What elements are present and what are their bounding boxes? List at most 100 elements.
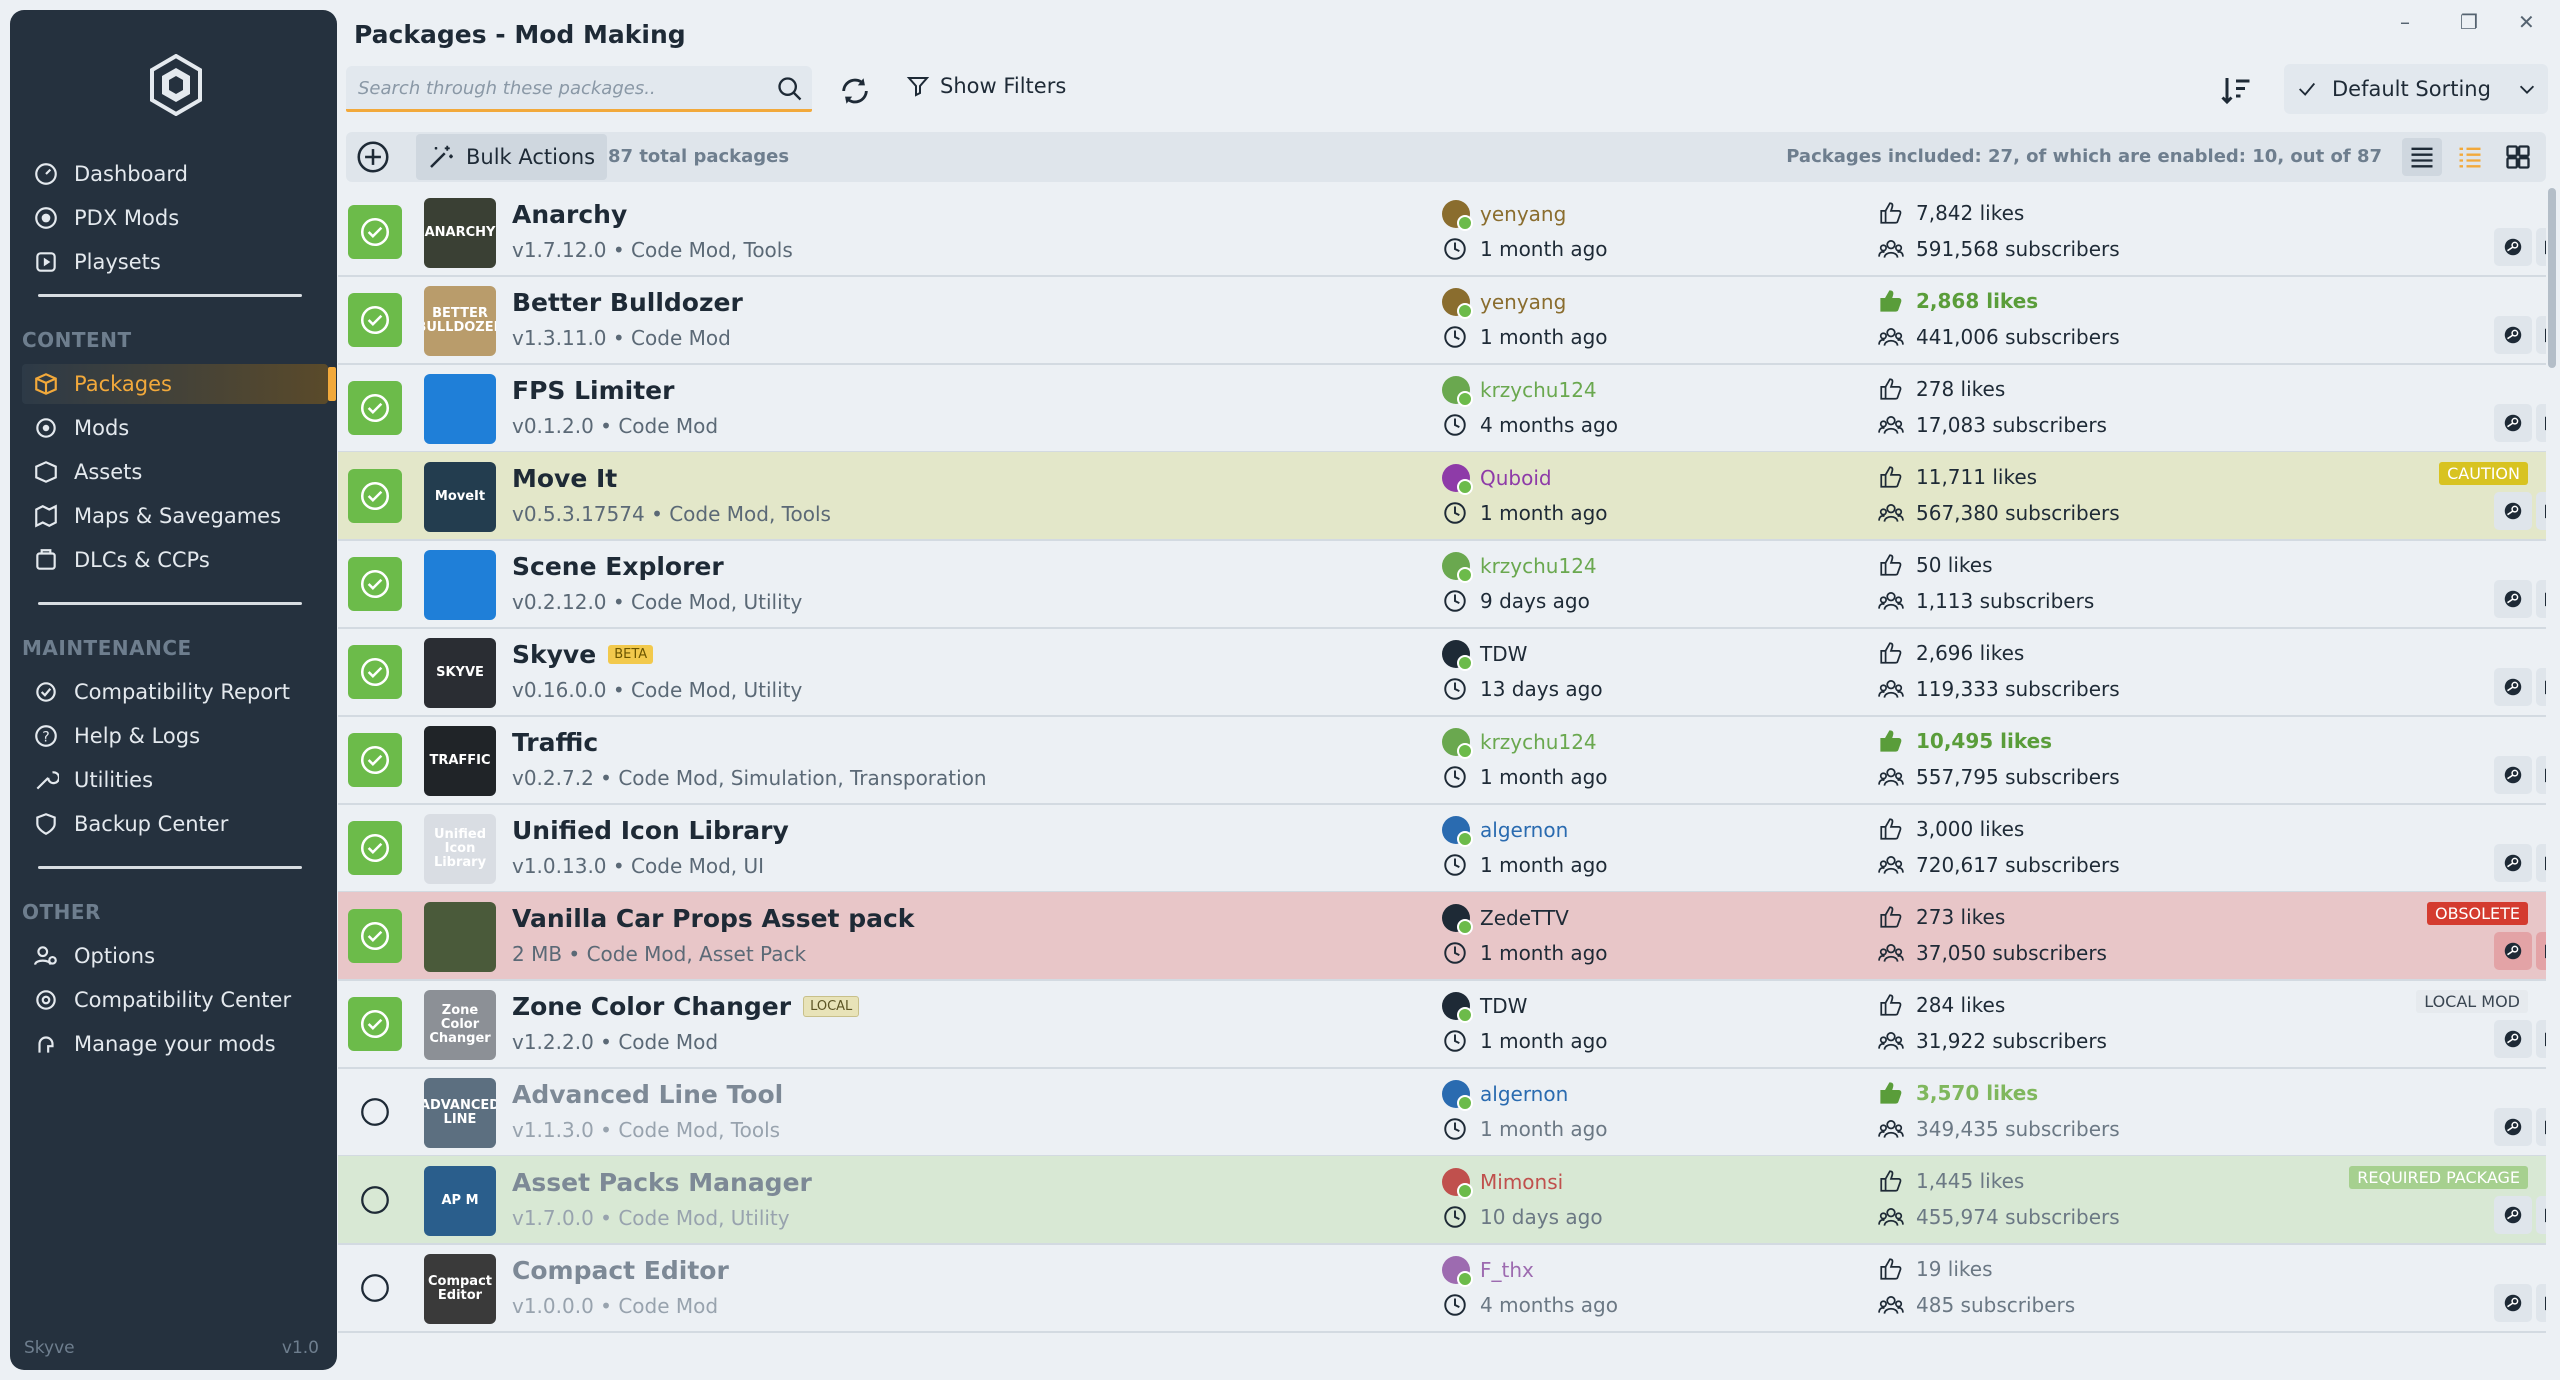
package-author[interactable]: F_thx (1442, 1256, 1534, 1287)
open-folder-button[interactable] (2536, 668, 2546, 706)
open-workshop-button[interactable] (2494, 1020, 2532, 1058)
sidebar-item-help-logs[interactable]: ? Help & Logs (32, 716, 332, 756)
sidebar-item-compatibility-report[interactable]: Compatibility Report (32, 672, 332, 712)
package-name[interactable]: Traffic (512, 728, 598, 757)
sidebar-item-pdx-mods[interactable]: PDX Mods (32, 198, 332, 238)
list-view-button[interactable] (2402, 138, 2442, 176)
sidebar-item-compatibility-center[interactable]: Compatibility Center (32, 980, 332, 1020)
package-author[interactable]: krzychu124 (1442, 376, 1597, 407)
open-workshop-button[interactable] (2494, 404, 2532, 442)
search-input[interactable]: Search through these packages.. (346, 66, 812, 112)
open-folder-button[interactable] (2536, 1196, 2546, 1234)
package-row[interactable]: TRAFFIC Traffic v0.2.7.2 • Code Mod, Simul… (338, 716, 2546, 805)
package-row[interactable]: SKYVE Skyve BETA v0.16.0.0 • Code Mod, Util… (338, 628, 2546, 717)
sidebar-item-playsets[interactable]: Playsets (32, 242, 332, 282)
enable-toggle[interactable] (348, 293, 402, 347)
minimize-button[interactable]: – (2400, 10, 2410, 34)
enable-toggle[interactable] (348, 557, 402, 611)
open-folder-button[interactable] (2536, 404, 2546, 442)
package-name[interactable]: Skyve BETA (512, 640, 654, 669)
package-name[interactable]: Advanced Line Tool (512, 1080, 783, 1109)
enable-toggle[interactable] (348, 733, 402, 787)
open-folder-button[interactable] (2536, 1108, 2546, 1146)
skyve-logo-icon[interactable] (148, 54, 204, 116)
package-author[interactable]: Quboid (1442, 464, 1552, 495)
enable-toggle[interactable] (348, 1085, 402, 1139)
enable-toggle[interactable] (348, 645, 402, 699)
package-row[interactable]: BETTER BULLDOZER Better Bulldozer v1.3.11.… (338, 276, 2546, 365)
enable-toggle[interactable] (348, 1261, 402, 1315)
sorting-dropdown[interactable]: Default Sorting (2284, 64, 2548, 114)
add-package-icon[interactable] (354, 138, 392, 176)
open-folder-button[interactable] (2536, 756, 2546, 794)
open-workshop-button[interactable] (2494, 932, 2532, 970)
package-row[interactable]: Unified Icon Library Unified Icon Library… (338, 804, 2546, 893)
enable-toggle[interactable] (348, 381, 402, 435)
package-author[interactable]: ZedeTTV (1442, 904, 1569, 935)
open-workshop-button[interactable] (2494, 316, 2532, 354)
package-row[interactable]: Vanilla Car Props Asset pack 2 MB • Code … (338, 892, 2546, 981)
package-author[interactable]: Mimonsi (1442, 1168, 1563, 1199)
package-row[interactable]: Scene Explorer v0.2.12.0 • Code Mod, Util… (338, 540, 2546, 629)
enable-toggle[interactable] (348, 469, 402, 523)
sidebar-item-maps[interactable]: Maps & Savegames (32, 496, 332, 536)
package-row[interactable]: ADVANCED LINE Advanced Line Tool v1.1.3.0 … (338, 1068, 2546, 1157)
package-row[interactable]: Zone Color Changer Zone Color Changer LOCA… (338, 980, 2546, 1069)
package-row[interactable]: FPS Limiter v0.1.2.0 • Code Mod krzychu124… (338, 364, 2546, 453)
compact-view-button[interactable] (2450, 138, 2490, 176)
sidebar-item-manage-mods[interactable]: Manage your mods (32, 1024, 332, 1064)
enable-toggle[interactable] (348, 821, 402, 875)
grid-view-button[interactable] (2498, 138, 2538, 176)
package-name[interactable]: Scene Explorer (512, 552, 724, 581)
open-folder-button[interactable] (2536, 580, 2546, 618)
package-name[interactable]: Move It (512, 464, 617, 493)
open-folder-button[interactable] (2536, 228, 2546, 266)
open-workshop-button[interactable] (2494, 756, 2532, 794)
sort-direction-icon[interactable] (2218, 72, 2254, 108)
open-folder-button[interactable] (2536, 1284, 2546, 1322)
package-author[interactable]: krzychu124 (1442, 552, 1597, 583)
enable-toggle[interactable] (348, 1173, 402, 1227)
open-workshop-button[interactable] (2494, 228, 2532, 266)
package-author[interactable]: yenyang (1442, 288, 1566, 319)
open-workshop-button[interactable] (2494, 844, 2532, 882)
package-name[interactable]: Zone Color Changer LOCAL (512, 992, 860, 1021)
sidebar-item-mods[interactable]: Mods (32, 408, 332, 448)
open-folder-button[interactable] (2536, 316, 2546, 354)
package-name[interactable]: Asset Packs Manager (512, 1168, 812, 1197)
package-author[interactable]: algernon (1442, 1080, 1568, 1111)
open-workshop-button[interactable] (2494, 668, 2532, 706)
scrollbar[interactable] (2548, 188, 2556, 368)
sidebar-item-dashboard[interactable]: Dashboard (32, 154, 332, 194)
package-name[interactable]: Anarchy (512, 200, 627, 229)
open-workshop-button[interactable] (2494, 580, 2532, 618)
open-workshop-button[interactable] (2494, 492, 2532, 530)
open-workshop-button[interactable] (2494, 1196, 2532, 1234)
package-author[interactable]: algernon (1442, 816, 1568, 847)
sidebar-item-backup-center[interactable]: Backup Center (32, 804, 332, 844)
sidebar-item-utilities[interactable]: Utilities (32, 760, 332, 800)
package-author[interactable]: yenyang (1442, 200, 1566, 231)
enable-toggle[interactable] (348, 909, 402, 963)
package-name[interactable]: Compact Editor (512, 1256, 729, 1285)
package-name[interactable]: FPS Limiter (512, 376, 674, 405)
bulk-actions-button[interactable]: Bulk Actions (416, 134, 608, 180)
sidebar-item-assets[interactable]: Assets (32, 452, 332, 492)
sidebar-item-options[interactable]: Options (32, 936, 332, 976)
search-icon[interactable] (776, 75, 804, 103)
open-folder-button[interactable] (2536, 492, 2546, 530)
enable-toggle[interactable] (348, 205, 402, 259)
sidebar-item-dlcs[interactable]: DLCs & CCPs (32, 540, 332, 580)
package-author[interactable]: TDW (1442, 640, 1527, 671)
open-folder-button[interactable] (2536, 1020, 2546, 1058)
package-row[interactable]: MoveIt Move It v0.5.3.17574 • Code Mod, To… (338, 452, 2546, 541)
package-author[interactable]: krzychu124 (1442, 728, 1597, 759)
sidebar-item-packages[interactable]: Packages (22, 364, 336, 404)
package-name[interactable]: Vanilla Car Props Asset pack (512, 904, 914, 933)
package-row[interactable]: AP M Asset Packs Manager v1.7.0.0 • Code M… (338, 1156, 2546, 1245)
package-name[interactable]: Unified Icon Library (512, 816, 789, 845)
enable-toggle[interactable] (348, 997, 402, 1051)
open-folder-button[interactable] (2536, 844, 2546, 882)
open-workshop-button[interactable] (2494, 1108, 2532, 1146)
close-button[interactable]: ✕ (2518, 10, 2535, 34)
